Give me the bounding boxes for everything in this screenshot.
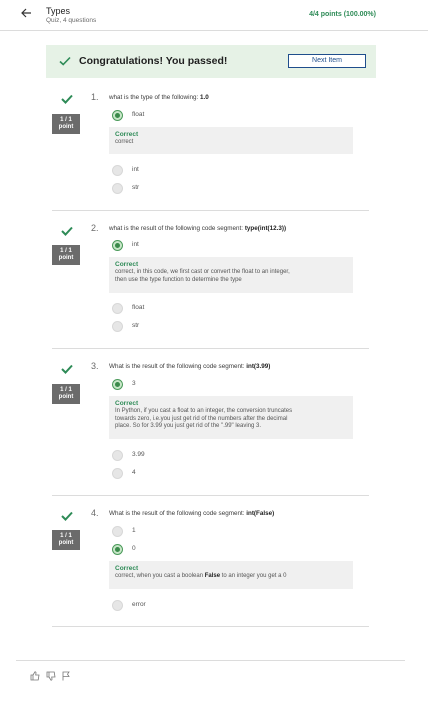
radio[interactable] <box>112 183 123 194</box>
radio-selected[interactable] <box>112 544 123 555</box>
score-badge: 1 / 1 point <box>52 384 80 404</box>
radio-selected[interactable] <box>112 110 123 121</box>
feedback-box: Correct correct, when you cast a boolean… <box>109 561 353 589</box>
correct-check-icon <box>60 224 74 236</box>
top-bar: Types Quiz, 4 questions 4/4 points (100.… <box>0 0 428 31</box>
radio[interactable] <box>112 526 123 537</box>
question-2: 1 / 1 point 2. what is the result of the … <box>52 223 369 349</box>
radio[interactable] <box>112 600 123 611</box>
footer-divider <box>16 660 405 661</box>
question-text: what is the type of the following: 1.0 <box>109 94 209 101</box>
thumbs-up-icon[interactable] <box>30 668 40 681</box>
question-number: 4. <box>91 508 99 518</box>
flag-icon[interactable] <box>61 668 71 681</box>
question-text: What is the result of the following code… <box>109 510 275 517</box>
quiz-title: Types <box>46 6 71 16</box>
points-summary: 4/4 points (100.00%) <box>309 11 376 18</box>
question-text: what is the result of the following code… <box>109 225 287 232</box>
thumbs-down-icon[interactable] <box>46 668 56 681</box>
score-badge: 1 / 1 point <box>52 114 80 134</box>
radio[interactable] <box>112 468 123 479</box>
score-badge: 1 / 1 point <box>52 530 80 550</box>
correct-check-icon <box>60 92 74 104</box>
question-3: 1 / 1 point 3. What is the result of the … <box>52 361 369 496</box>
pass-message: Congratulations! You passed! <box>79 55 228 67</box>
question-text: What is the result of the following code… <box>109 363 271 370</box>
score-badge: 1 / 1 point <box>52 245 80 265</box>
correct-check-icon <box>60 362 74 374</box>
question-4: 1 / 1 point 4. What is the result of the … <box>52 508 369 627</box>
check-icon <box>58 54 72 68</box>
radio-selected[interactable] <box>112 240 123 251</box>
radio-selected[interactable] <box>112 379 123 390</box>
question-number: 3. <box>91 361 99 371</box>
radio[interactable] <box>112 165 123 176</box>
feedback-box: Correct correct, in this code, we first … <box>109 257 353 293</box>
radio[interactable] <box>112 321 123 332</box>
quiz-subtitle: Quiz, 4 questions <box>46 17 97 24</box>
correct-check-icon <box>60 509 74 521</box>
next-item-button[interactable]: Next Item <box>288 54 366 68</box>
question-number: 2. <box>91 223 99 233</box>
feedback-box: Correct correct <box>109 127 353 154</box>
question-number: 1. <box>91 92 99 102</box>
question-1: 1 / 1 point 1. what is the type of the fo… <box>52 92 369 211</box>
pass-banner: Congratulations! You passed! Next Item <box>46 45 376 78</box>
radio[interactable] <box>112 450 123 461</box>
radio[interactable] <box>112 303 123 314</box>
feedback-box: Correct In Python, if you cast a float t… <box>109 396 353 439</box>
back-arrow-icon[interactable] <box>20 7 34 21</box>
